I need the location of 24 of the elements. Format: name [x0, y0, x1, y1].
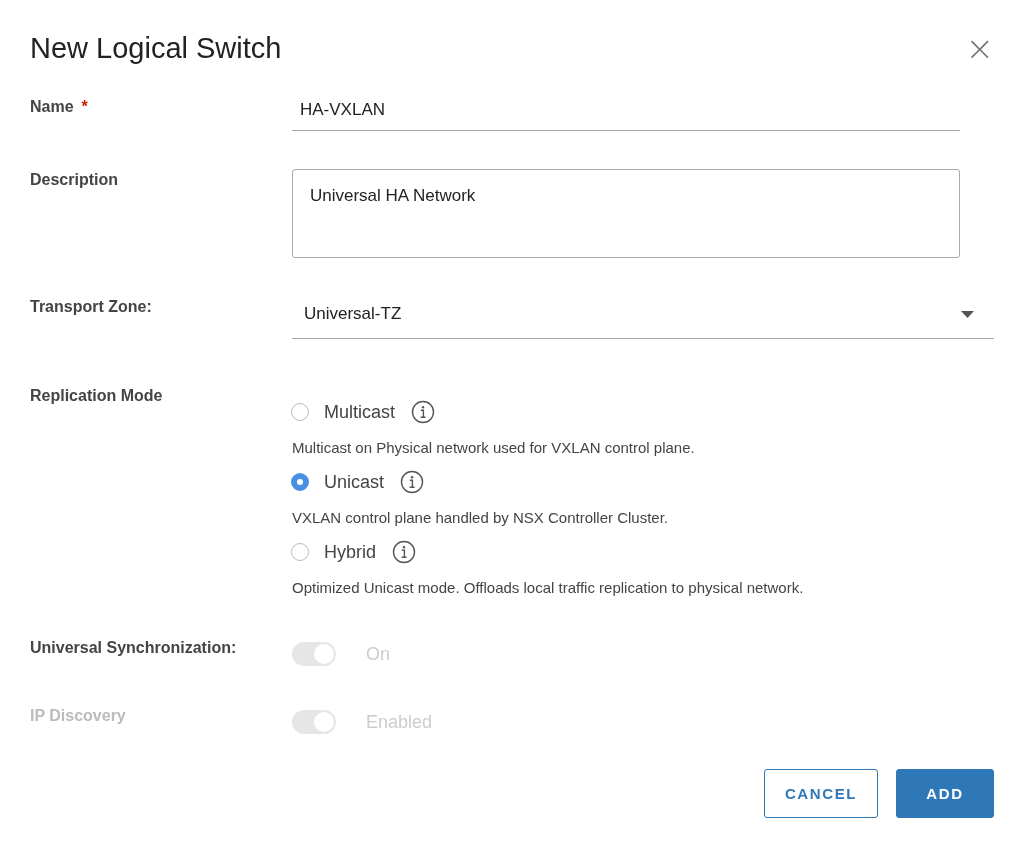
add-button[interactable]: ADD — [896, 769, 994, 818]
radio-button[interactable] — [291, 473, 309, 491]
field-label: Description — [30, 171, 118, 188]
dialog-title: New Logical Switch — [30, 31, 282, 65]
close-button[interactable]: × — [965, 31, 994, 65]
info-icon[interactable] — [411, 400, 435, 424]
option-description: VXLAN control plane handled by NSX Controller Cluster. — [292, 509, 670, 526]
info-icon[interactable] — [392, 540, 416, 564]
radio-label: Unicast — [324, 471, 385, 493]
info-icon[interactable] — [400, 470, 425, 494]
description-textarea[interactable]: Universal HA Network — [292, 169, 960, 258]
radio-label: Multicast — [324, 401, 395, 423]
cancel-button[interactable]: CANCEL — [764, 769, 878, 818]
transport-zone-dropdown[interactable]: Universal-TZ — [292, 298, 994, 339]
option-description: Optimized Unicast mode. Offloads local traffic replication to physical network. — [292, 579, 804, 596]
field-label: Transport Zone: — [30, 298, 152, 315]
field-label: Universal Synchronization: — [30, 639, 237, 656]
required-mark: * — [81, 98, 88, 115]
radio-label: Hybrid — [324, 541, 376, 563]
caret-icon — [961, 310, 974, 318]
field-label: Replication Mode — [30, 387, 163, 404]
field-label: Name — [30, 98, 74, 115]
field-label: IP Discovery — [30, 707, 126, 724]
option-description: Multicast on Physical network used for VXLAN control plane. — [292, 439, 696, 456]
